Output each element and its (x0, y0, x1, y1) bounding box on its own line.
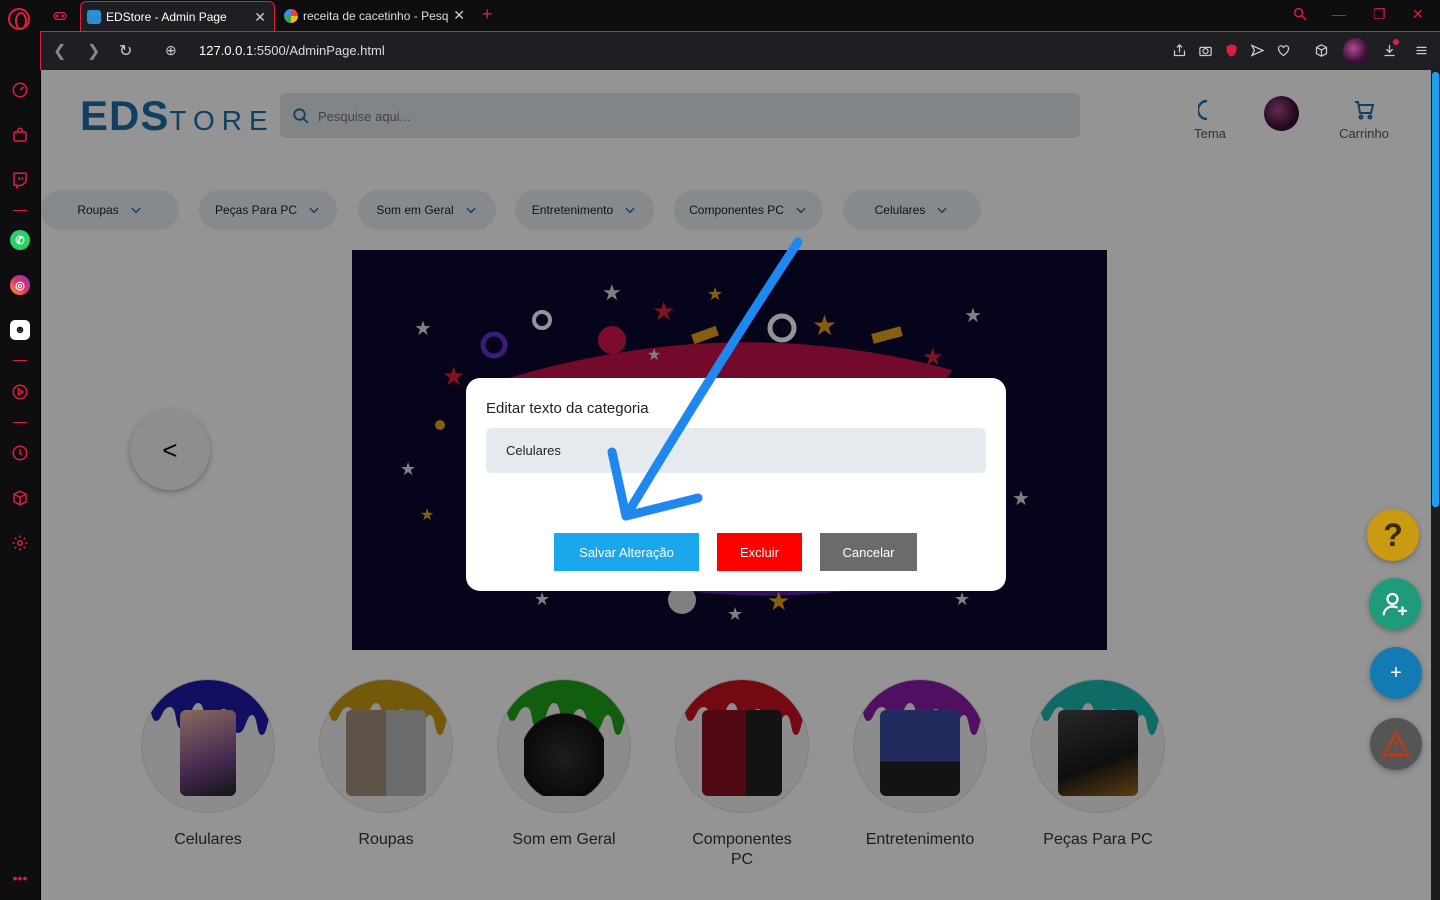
opera-logo-icon[interactable] (8, 8, 30, 30)
add-user-button[interactable] (1369, 578, 1421, 630)
adblock-shield-icon[interactable] (1223, 42, 1239, 58)
extensions-icon[interactable] (10, 488, 30, 508)
player-icon[interactable] (10, 382, 30, 402)
url-host: 127.0.0.1 (199, 43, 254, 58)
close-tab-icon[interactable]: ✕ (453, 7, 465, 24)
tab-edstore[interactable]: EDStore - Admin Page ✕ (80, 1, 275, 31)
warning-icon (1381, 730, 1411, 757)
shopping-bag-icon[interactable] (10, 125, 30, 145)
history-icon[interactable] (10, 443, 30, 463)
cube-favicon-icon (87, 9, 101, 24)
download-badge (1393, 39, 1399, 45)
scrollbar-thumb[interactable] (1432, 72, 1439, 507)
google-favicon-icon (284, 9, 298, 23)
twitch-icon[interactable] (10, 170, 30, 190)
add-product-button[interactable]: + (1370, 647, 1422, 699)
camera-icon[interactable] (1197, 42, 1213, 58)
speed-dial-icon[interactable] (10, 80, 30, 100)
close-tab-icon[interactable]: ✕ (254, 9, 266, 26)
close-window-icon[interactable]: ✕ (1412, 6, 1424, 23)
back-icon[interactable]: ❮ (53, 41, 66, 61)
help-icon: ? (1383, 516, 1403, 553)
modal-title: Editar texto da categoria (486, 400, 649, 417)
instagram-icon[interactable]: ◎ (10, 275, 30, 295)
browser-sidebar: ✆ ◎ ☻ ••• (0, 0, 40, 900)
sidebar-separator (13, 422, 27, 423)
gamepad-icon[interactable] (46, 5, 74, 27)
tab-title: receita de cacetinho - Pesq (303, 9, 449, 23)
site-info-icon[interactable]: ⊕ (165, 42, 177, 59)
minimize-icon[interactable]: — (1332, 6, 1346, 22)
share-icon[interactable] (1171, 42, 1187, 58)
settings-gear-icon[interactable] (10, 533, 30, 553)
send-icon[interactable] (1249, 42, 1265, 58)
category-name-input[interactable] (486, 428, 986, 473)
heart-icon[interactable] (1275, 42, 1291, 58)
search-tabs-icon[interactable] (1292, 6, 1308, 25)
browser-window: EDStore - Admin Page ✕ receita de caceti… (0, 0, 1440, 900)
report-button[interactable] (1370, 718, 1422, 770)
save-button[interactable]: Salvar Alteração (554, 533, 699, 571)
reload-icon[interactable]: ↻ (119, 41, 132, 61)
whatsapp-icon[interactable]: ✆ (10, 230, 30, 250)
url-field[interactable]: 127.0.0.1:5500/AdminPage.html (199, 43, 385, 58)
cube-icon[interactable] (1313, 42, 1329, 58)
restore-icon[interactable]: ❐ (1373, 6, 1386, 23)
delete-button[interactable]: Excluir (717, 533, 802, 571)
plus-icon: + (1390, 661, 1402, 684)
forward-icon[interactable]: ❯ (87, 41, 100, 61)
cancel-button[interactable]: Cancelar (820, 533, 917, 571)
help-button[interactable]: ? (1367, 509, 1419, 561)
address-bar: ❮ ❯ ↻ ⊕ 127.0.0.1:5500/AdminPage.html (40, 31, 1440, 70)
tab-google[interactable]: receita de cacetinho - Pesq ✕ (278, 1, 473, 31)
tab-bar: EDStore - Admin Page ✕ receita de caceti… (0, 0, 1440, 31)
discord-icon[interactable]: ☻ (10, 320, 30, 340)
more-options-icon[interactable]: ••• (10, 868, 30, 888)
edit-category-modal: Editar texto da categoria Salvar Alteraç… (466, 378, 1006, 591)
add-user-icon (1382, 592, 1407, 616)
url-path: :5500/AdminPage.html (253, 43, 385, 58)
new-tab-icon[interactable]: + (482, 4, 493, 25)
tab-title: EDStore - Admin Page (106, 9, 227, 24)
profile-avatar[interactable] (1343, 38, 1369, 64)
menu-icon[interactable] (1413, 42, 1429, 58)
sidebar-separator (13, 360, 27, 361)
sidebar-separator (13, 210, 27, 211)
